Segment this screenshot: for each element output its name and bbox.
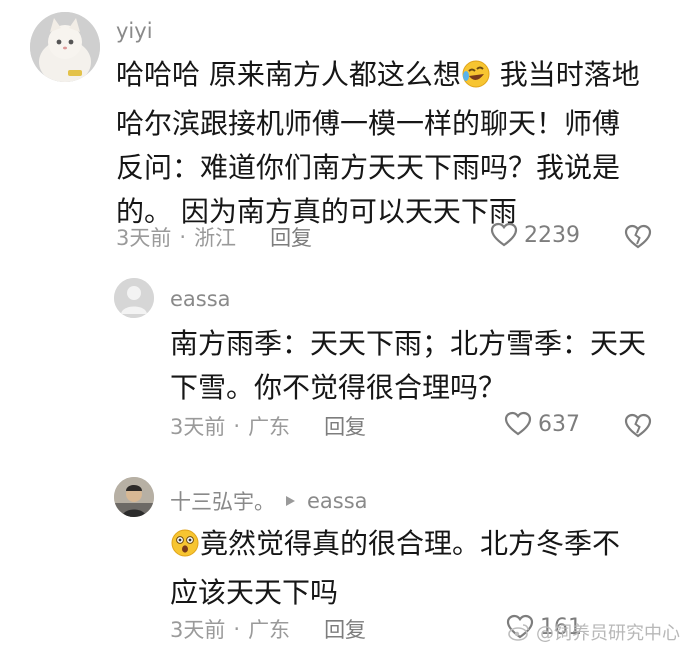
- like-count: 637: [538, 411, 580, 437]
- cat-avatar-icon: [30, 12, 100, 82]
- broken-heart-icon: [624, 224, 652, 249]
- default-user-avatar-icon: [114, 278, 154, 318]
- avatar[interactable]: [114, 278, 154, 318]
- comment-location: 广东: [248, 618, 291, 642]
- dislike-button[interactable]: [624, 413, 652, 443]
- comment-location: 广东: [248, 415, 291, 439]
- comment-text-part: 我当时落地: [490, 58, 640, 91]
- broken-heart-icon: [624, 413, 652, 438]
- comment-time: 3天前: [116, 226, 172, 250]
- like-button[interactable]: 2239: [490, 222, 580, 248]
- like-count: 2239: [524, 222, 580, 248]
- comment-time: 3天前: [170, 618, 226, 642]
- comment-meta: 3天前 · 广东 回复: [170, 411, 366, 441]
- comment-meta: 3天前 · 浙江 回复: [116, 222, 312, 252]
- photo-avatar-icon: [114, 477, 154, 517]
- reply-header: 十三弘宇。 eassa: [170, 486, 368, 516]
- comment-text-line: 反问：难道你们南方天天下雨吗？我说是: [116, 151, 621, 184]
- astonished-face-emoji-icon: [170, 527, 200, 571]
- comment-text-line: 南方雨季：天天下雨；北方雪季：天天: [170, 327, 647, 360]
- username[interactable]: yiyi: [116, 19, 153, 43]
- comment-text-line: 哈尔滨跟接机师傅一模一样的聊天！师傅: [116, 107, 621, 140]
- comment-text: 南方雨季：天天下雨；北方雪季：天天 下雪。你不觉得很合理吗？: [170, 322, 670, 410]
- watermark-text: @饲养员研究中心: [536, 623, 680, 644]
- dislike-button[interactable]: [624, 224, 652, 254]
- weibo-logo-icon: [508, 624, 529, 641]
- rolling-on-floor-laughing-emoji-icon: [461, 58, 491, 102]
- reply-target-username[interactable]: eassa: [307, 489, 368, 513]
- comment-location: 浙江: [194, 226, 237, 250]
- comment-text-line: 应该天天下吗: [170, 576, 339, 609]
- comment-meta: 3天前 · 广东 回复: [170, 614, 366, 644]
- comment-text-part: 竟然觉得真的很合理。北方冬季不: [200, 527, 621, 560]
- heart-icon: [504, 411, 532, 436]
- comment-text: 竟然觉得真的很合理。北方冬季不 应该天天下吗: [170, 522, 670, 615]
- avatar[interactable]: [114, 477, 154, 517]
- username[interactable]: eassa: [170, 287, 231, 311]
- reply-button[interactable]: 回复: [324, 614, 366, 644]
- avatar[interactable]: [30, 12, 100, 82]
- watermark: @饲养员研究中心: [508, 619, 680, 645]
- comment-text-line: 下雪。你不觉得很合理吗？: [170, 371, 507, 404]
- comment-text-part: 哈哈哈 原来南方人都这么想: [116, 58, 461, 91]
- like-button[interactable]: 637: [504, 411, 580, 437]
- reply-button[interactable]: 回复: [324, 411, 366, 441]
- comment-text: 哈哈哈 原来南方人都这么想 我当时落地 哈尔滨跟接机师傅一模一样的聊天！师傅 反…: [116, 53, 676, 234]
- reply-arrow-icon: [286, 496, 295, 506]
- comment-time: 3天前: [170, 415, 226, 439]
- meta-separator: ·: [233, 617, 241, 641]
- meta-separator: ·: [179, 225, 187, 249]
- username[interactable]: 十三弘宇。: [170, 486, 275, 516]
- heart-icon: [490, 222, 518, 247]
- reply-button[interactable]: 回复: [270, 222, 312, 252]
- meta-separator: ·: [233, 414, 241, 438]
